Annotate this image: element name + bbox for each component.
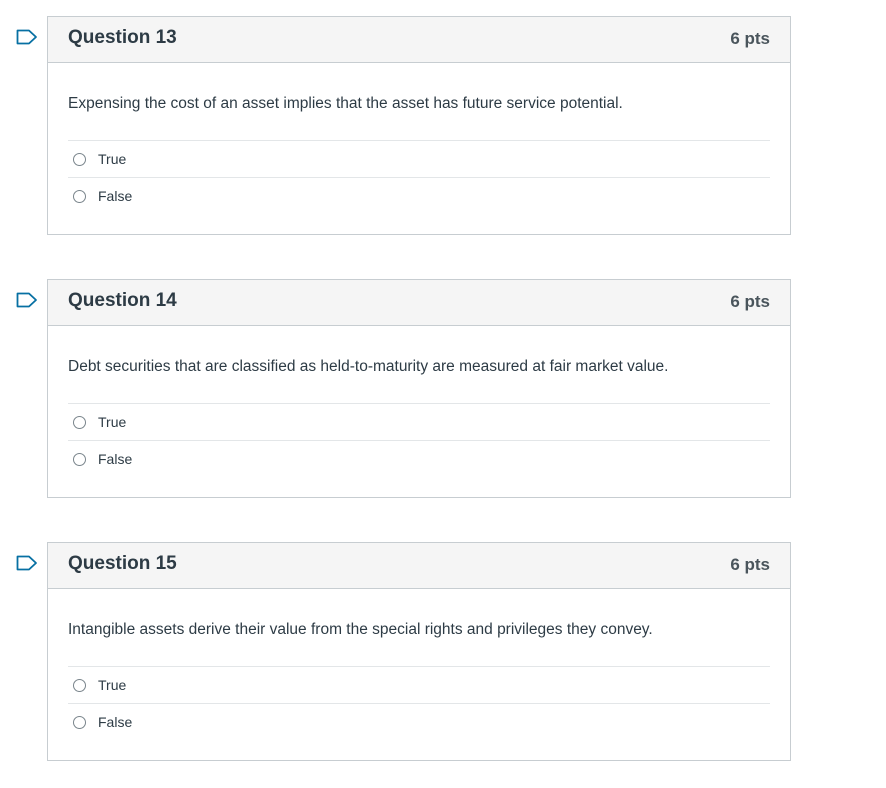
answer-option-false[interactable]: False: [68, 703, 770, 740]
radio-button[interactable]: [73, 715, 86, 729]
answer-label: False: [98, 188, 133, 204]
answer-option-true[interactable]: True: [68, 403, 770, 440]
question-header: Question 14 6 pts: [48, 280, 790, 326]
flag-question-icon[interactable]: [16, 555, 38, 571]
answer-option-true[interactable]: True: [68, 140, 770, 177]
question-15-card: Question 15 6 pts Intangible assets deri…: [47, 542, 791, 761]
question-header: Question 13 6 pts: [48, 17, 790, 63]
question-text: Debt securities that are classified as h…: [68, 358, 669, 375]
answer-option-false[interactable]: False: [68, 177, 770, 214]
question-title: Question 14: [68, 290, 177, 311]
answer-option-true[interactable]: True: [68, 666, 770, 703]
question-title: Question 15: [68, 553, 177, 574]
answer-list: True False: [68, 140, 770, 214]
answer-list: True False: [68, 666, 770, 740]
question-13-card: Question 13 6 pts Expensing the cost of …: [47, 16, 791, 235]
answer-label: False: [98, 451, 133, 467]
radio-button[interactable]: [73, 452, 86, 466]
question-points: 6 pts: [730, 292, 770, 311]
question-14-card: Question 14 6 pts Debt securities that a…: [47, 279, 791, 498]
question-title: Question 13: [68, 27, 177, 48]
flag-question-icon[interactable]: [16, 29, 38, 45]
answer-label: True: [98, 414, 127, 430]
question-points: 6 pts: [730, 29, 770, 48]
question-text: Expensing the cost of an asset implies t…: [68, 95, 623, 112]
question-header: Question 15 6 pts: [48, 543, 790, 589]
flag-question-icon[interactable]: [16, 292, 38, 308]
answer-label: True: [98, 151, 127, 167]
radio-button[interactable]: [73, 415, 86, 429]
question-text: Intangible assets derive their value fro…: [68, 621, 653, 638]
radio-button[interactable]: [73, 678, 86, 692]
radio-button[interactable]: [73, 189, 86, 203]
answer-label: False: [98, 714, 133, 730]
answer-list: True False: [68, 403, 770, 477]
radio-button[interactable]: [73, 152, 86, 166]
question-points: 6 pts: [730, 555, 770, 574]
answer-option-false[interactable]: False: [68, 440, 770, 477]
answer-label: True: [98, 677, 127, 693]
